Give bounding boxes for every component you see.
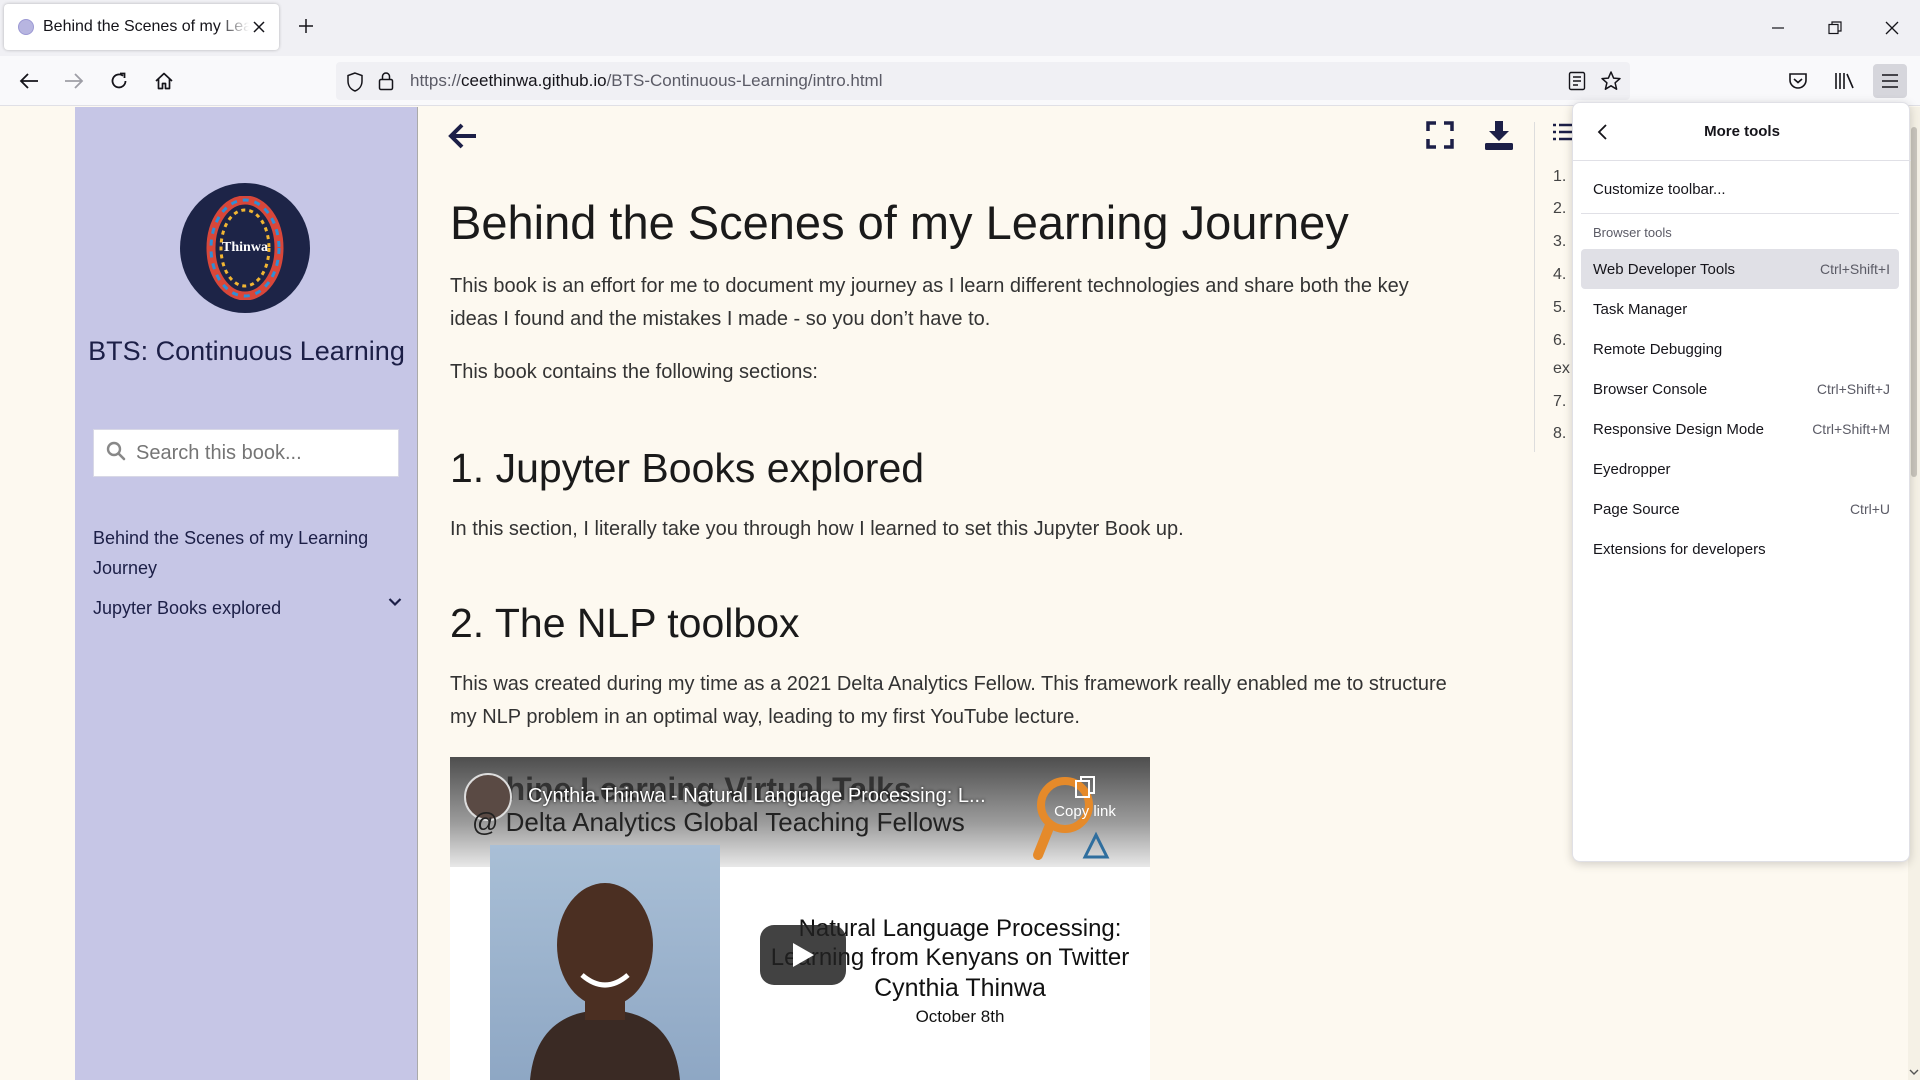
- copy-link-label: Copy link: [1054, 803, 1116, 820]
- menu-item-shortcut: Ctrl+Shift+I: [1819, 261, 1890, 277]
- browser-tools-label: Browser tools: [1593, 225, 1672, 240]
- site-title[interactable]: BTS: Continuous Learning: [75, 335, 418, 367]
- tab-active[interactable]: Behind the Scenes of my Learning Journey: [4, 4, 279, 50]
- section-text-1: In this section, I literally take you th…: [450, 518, 1184, 540]
- reload-icon[interactable]: [102, 64, 136, 98]
- menu-item-responsive-design-mode[interactable]: Responsive Design Mode Ctrl+Shift+M: [1581, 409, 1899, 449]
- article-main: Behind the Scenes of my Learning Journey…: [418, 107, 1534, 1080]
- lock-icon[interactable]: [378, 71, 394, 96]
- customize-toolbar-item[interactable]: Customize toolbar...: [1581, 169, 1899, 209]
- close-window-icon[interactable]: [1874, 10, 1910, 46]
- menu-item-extensions-for-developers[interactable]: Extensions for developers: [1581, 529, 1899, 569]
- site-logo[interactable]: Thinwa: [180, 183, 310, 313]
- panel-separator: [1581, 213, 1899, 214]
- scrollbar-thumb[interactable]: [1911, 127, 1917, 477]
- back-icon[interactable]: [12, 64, 46, 98]
- book-sidebar: Thinwa BTS: Continuous Learning Behind t…: [75, 107, 418, 1080]
- restore-icon[interactable]: [1817, 10, 1853, 46]
- menu-item-browser-console[interactable]: Browser Console Ctrl+Shift+J: [1581, 369, 1899, 409]
- slide-date: October 8th: [915, 1007, 1005, 1026]
- toc-entry-6-cont[interactable]: ex: [1553, 360, 1570, 378]
- toc-entry-8[interactable]: 8.: [1553, 425, 1566, 443]
- menu-item-eyedropper[interactable]: Eyedropper: [1581, 449, 1899, 489]
- sections-intro: This book contains the following section…: [450, 361, 818, 383]
- application-menu-button[interactable]: [1873, 64, 1907, 98]
- copy-icon: [1075, 776, 1095, 798]
- search-input[interactable]: [136, 441, 396, 465]
- section-text-2: This was created during my time as a 202…: [450, 673, 1447, 728]
- menu-item-web-developer-tools[interactable]: Web Developer Tools Ctrl+Shift+I: [1581, 249, 1899, 289]
- toc-entry-5[interactable]: 5.: [1553, 299, 1566, 317]
- video-subtitle: @ Delta Analytics Global Teaching Fellow…: [472, 807, 965, 837]
- toc-entry-7[interactable]: 7.: [1553, 393, 1566, 411]
- download-icon[interactable]: [1484, 119, 1514, 156]
- more-tools-panel: More tools Customize toolbar... Browser …: [1572, 102, 1911, 862]
- speaker-photo: [490, 845, 720, 1080]
- section-heading-1: 1. Jupyter Books explored: [450, 445, 925, 491]
- pocket-icon[interactable]: [1781, 64, 1815, 98]
- toc-divider: [1534, 122, 1535, 452]
- play-button[interactable]: [760, 925, 846, 985]
- menu-item-label: Browser Console: [1593, 380, 1708, 398]
- tracking-protection-icon[interactable]: [346, 72, 364, 97]
- tab-bar: Behind the Scenes of my Learning Journey: [0, 0, 1920, 56]
- customize-toolbar-label: Customize toolbar...: [1593, 180, 1726, 198]
- toc-entry-3[interactable]: 3.: [1553, 233, 1566, 251]
- menu-item-shortcut: Ctrl+Shift+M: [1812, 421, 1890, 437]
- url-text: https://ceethinwa.github.io/BTS-Continuo…: [410, 71, 883, 90]
- sidebar-item-intro[interactable]: Behind the Scenes of my Learning Journey: [93, 523, 393, 583]
- menu-item-label: Responsive Design Mode: [1593, 420, 1764, 438]
- home-icon[interactable]: [147, 64, 181, 98]
- scroll-down-arrow-icon[interactable]: [1908, 1067, 1920, 1077]
- navigation-toolbar: https://ceethinwa.github.io/BTS-Continuo…: [0, 56, 1920, 106]
- search-box[interactable]: [93, 429, 399, 477]
- close-tab-icon[interactable]: [249, 17, 269, 37]
- menu-item-page-source[interactable]: Page Source Ctrl+U: [1581, 489, 1899, 529]
- menu-item-label: Extensions for developers: [1593, 540, 1766, 558]
- section-heading-2: 2. The NLP toolbox: [450, 600, 800, 646]
- menu-item-label: Task Manager: [1593, 300, 1688, 318]
- menu-item-task-manager[interactable]: Task Manager: [1581, 289, 1899, 329]
- play-icon: [793, 943, 814, 967]
- reader-view-icon[interactable]: [1568, 71, 1586, 96]
- toc-entry-4[interactable]: 4.: [1553, 266, 1566, 284]
- menu-item-shortcut: Ctrl+U: [1849, 501, 1890, 517]
- toc-entry-1[interactable]: 1.: [1553, 168, 1566, 186]
- address-bar[interactable]: https://ceethinwa.github.io/BTS-Continuo…: [336, 62, 1630, 100]
- library-icon[interactable]: [1827, 64, 1861, 98]
- youtube-embed[interactable]: achine Learning Virtual Talks Cynthia Th…: [450, 757, 1150, 1080]
- menu-item-label: Remote Debugging: [1593, 340, 1723, 358]
- menu-item-remote-debugging[interactable]: Remote Debugging: [1581, 329, 1899, 369]
- favicon-icon: [18, 19, 34, 35]
- search-icon: [106, 441, 126, 466]
- menu-item-label: Web Developer Tools: [1593, 260, 1736, 278]
- video-title[interactable]: Cynthia Thinwa - Natural Language Proces…: [528, 785, 986, 808]
- page-title: Behind the Scenes of my Learning Journey: [450, 196, 1349, 249]
- intro-paragraph: This book is an effort for me to documen…: [450, 275, 1409, 330]
- toggle-sidebar-arrow-icon[interactable]: [448, 122, 478, 155]
- toc-list-icon[interactable]: [1552, 122, 1574, 147]
- fullscreen-icon[interactable]: [1426, 121, 1454, 154]
- forward-icon[interactable]: [57, 64, 91, 98]
- tab-title: Behind the Scenes of my Learning Journey: [43, 18, 249, 35]
- toc-entry-2[interactable]: 2.: [1553, 200, 1566, 218]
- menu-item-label: Eyedropper: [1593, 460, 1671, 478]
- bookmark-star-icon[interactable]: [1600, 70, 1622, 97]
- new-tab-button[interactable]: [292, 12, 320, 40]
- menu-item-shortcut: Ctrl+Shift+J: [1816, 381, 1890, 397]
- toc-entry-6[interactable]: 6.: [1553, 332, 1566, 350]
- panel-title: More tools: [1704, 123, 1780, 140]
- copy-link-button[interactable]: Copy link: [1050, 775, 1120, 820]
- chevron-down-icon[interactable]: [385, 592, 405, 612]
- sidebar-item-jupyter-books[interactable]: Jupyter Books explored: [93, 593, 281, 623]
- logo-text: Thinwa: [222, 240, 268, 255]
- minimize-icon[interactable]: [1760, 10, 1796, 46]
- menu-item-label: Page Source: [1593, 500, 1680, 518]
